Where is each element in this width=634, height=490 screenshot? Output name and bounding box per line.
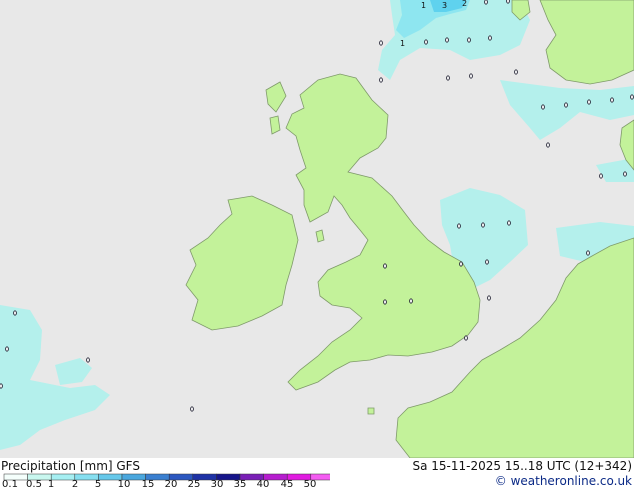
- scale-label: 0.1: [2, 479, 18, 490]
- scale-label: 25: [187, 479, 201, 490]
- precip-value-label: 2: [462, 0, 467, 8]
- scale-label: 20: [164, 479, 178, 490]
- scale-label: 35: [233, 479, 247, 490]
- scale-label: 40: [256, 479, 270, 490]
- scale-label: 30: [210, 479, 224, 490]
- scale-label: 1: [47, 479, 55, 490]
- scale-label: 45: [280, 479, 294, 490]
- legend-title: Precipitation [mm] GFS: [1, 459, 140, 473]
- channel-islands: [367, 407, 375, 415]
- scale-label: 15: [141, 479, 155, 490]
- map-footer: Precipitation [mm] GFS Sa 15-11-2025 15.…: [0, 458, 634, 490]
- scale-label: 0.5: [26, 479, 42, 490]
- scale-label: 5: [94, 479, 102, 490]
- scale-label: 2: [71, 479, 79, 490]
- scale-label: 50: [303, 479, 317, 490]
- scale-label: 10: [117, 479, 131, 490]
- forecast-run-info: Sa 15-11-2025 15..18 UTC (12+342): [412, 459, 632, 473]
- precip-value-label: 1: [400, 39, 405, 48]
- precip-value-label: 3: [442, 1, 447, 10]
- precip-value-label: 1: [421, 1, 426, 10]
- scandinavia: [539, 0, 634, 85]
- credit-link[interactable]: © weatheronline.co.uk: [495, 474, 632, 488]
- precipitation-map: 1 3 2 1: [0, 0, 634, 458]
